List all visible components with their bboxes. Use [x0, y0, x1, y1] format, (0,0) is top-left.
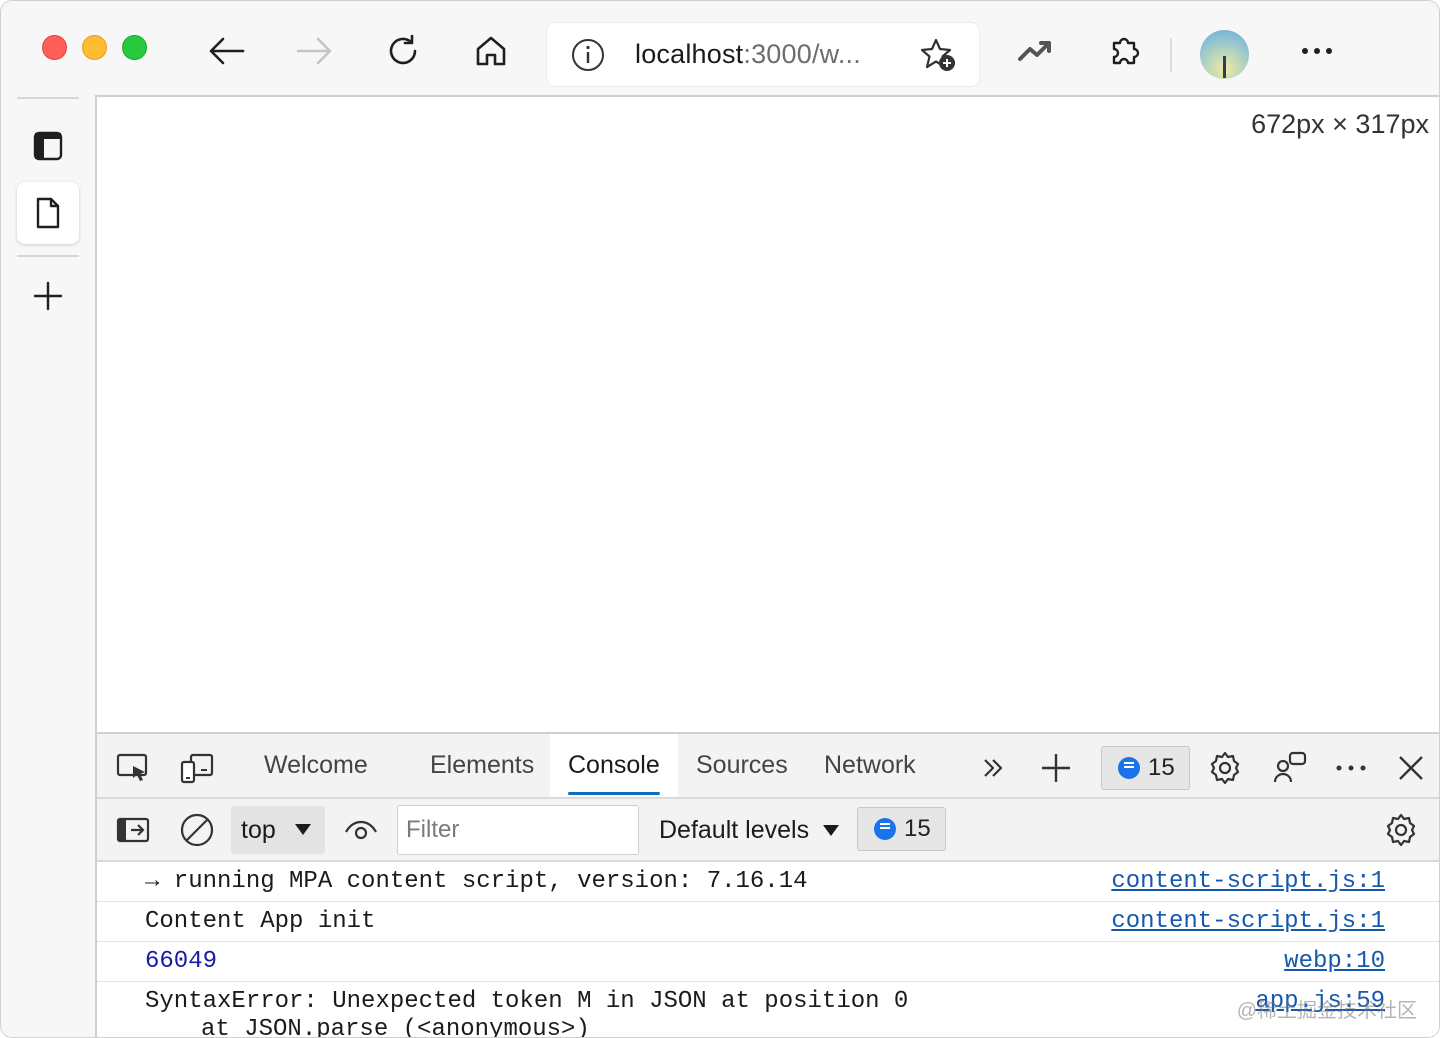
plus-icon — [33, 281, 63, 311]
console-row: → running MPA content script, version: 7… — [97, 862, 1439, 902]
tab-network[interactable]: Network — [806, 734, 934, 797]
sidebar-divider-2 — [17, 255, 79, 257]
devtools-more-button[interactable] — [1331, 748, 1371, 788]
console-toolbar: top Default levels 15 — [97, 799, 1439, 862]
show-sidebar-button[interactable] — [113, 810, 153, 850]
forward-button[interactable] — [295, 31, 335, 71]
devtools-panel: Welcome Elements Console Sources Network… — [95, 732, 1439, 1038]
tab-actions-button[interactable] — [17, 115, 79, 177]
address-bar[interactable]: localhost:3000/w... — [547, 23, 979, 86]
url-rest: :3000/w... — [743, 39, 861, 69]
source-link[interactable]: content-script.js:1 — [1111, 908, 1385, 935]
message-bubble-icon — [874, 818, 896, 840]
browser-window: localhost:3000/w... 672px × 317px Welcom… — [0, 0, 1440, 1038]
log-levels-label: Default levels — [659, 815, 810, 844]
watermark: @稀土掘金技术社区 — [1236, 1000, 1417, 1022]
block-icon — [180, 813, 214, 847]
console-row: Content App init content-script.js:1 — [97, 902, 1439, 942]
sidebar-toggle-icon — [116, 817, 150, 843]
extensions-button[interactable] — [1104, 31, 1144, 71]
sidebar-tab-active[interactable] — [17, 182, 79, 244]
more-tabs-button[interactable] — [973, 748, 1013, 788]
sidebar-panel-icon — [33, 131, 63, 161]
console-message-number: 66049 — [145, 948, 218, 975]
devtools-tabbar: Welcome Elements Console Sources Network… — [97, 734, 1439, 799]
add-favorite-button[interactable] — [919, 37, 957, 78]
arrow-right-icon — [296, 37, 332, 65]
browser-toolbar: localhost:3000/w... — [1, 1, 1439, 97]
device-toolbar-button[interactable] — [177, 748, 217, 788]
console-settings-button[interactable] — [1381, 810, 1421, 850]
tab-sources[interactable]: Sources — [678, 734, 806, 797]
more-horizontal-icon — [1302, 48, 1332, 54]
source-link[interactable]: content-script.js:1 — [1111, 868, 1385, 895]
reload-button[interactable] — [383, 31, 423, 71]
gear-icon — [1386, 813, 1416, 847]
console-error-message: SyntaxError: Unexpected token M in JSON … — [145, 988, 909, 1015]
tab-welcome[interactable]: Welcome — [246, 734, 386, 797]
clear-console-button[interactable] — [177, 810, 217, 850]
back-button[interactable] — [206, 31, 246, 71]
console-message: → running MPA content script, version: 7… — [145, 868, 808, 895]
issues-badge[interactable]: 15 — [1101, 746, 1190, 790]
feedback-button[interactable] — [1270, 748, 1310, 788]
tab-console[interactable]: Console — [550, 734, 678, 797]
close-icon — [1399, 756, 1423, 780]
console-row: 66049 webp:10 — [97, 942, 1439, 982]
more-menu-button[interactable] — [1297, 31, 1337, 71]
toolbar-divider — [1170, 38, 1172, 72]
info-icon[interactable] — [571, 38, 605, 77]
chevron-double-right-icon — [984, 759, 1003, 777]
more-horizontal-icon — [1336, 765, 1366, 771]
device-emulation-icon — [180, 753, 214, 784]
url-text[interactable]: localhost:3000/w... — [635, 39, 861, 70]
devtools-settings-button[interactable] — [1205, 748, 1245, 788]
viewport-dimensions: 672px × 317px — [1251, 109, 1429, 139]
messages-badge[interactable]: 15 — [857, 807, 946, 851]
page-viewport[interactable]: 672px × 317px — [95, 95, 1439, 732]
caret-down-icon — [823, 824, 840, 836]
new-tab-button[interactable] — [17, 265, 79, 327]
console-message: Content App init — [145, 908, 376, 935]
console-output[interactable]: → running MPA content script, version: 7… — [97, 862, 1439, 1038]
context-select[interactable]: top — [231, 806, 325, 854]
log-levels-dropdown[interactable]: Default levels — [659, 807, 840, 853]
source-link[interactable]: webp:10 — [1284, 948, 1385, 975]
issues-count: 15 — [1148, 754, 1175, 781]
add-tool-button[interactable] — [1036, 748, 1076, 788]
home-button[interactable] — [471, 31, 511, 71]
messages-count: 15 — [904, 815, 931, 842]
caret-down-icon — [295, 824, 311, 835]
profile-avatar[interactable] — [1200, 30, 1249, 79]
url-host: localhost — [635, 39, 744, 69]
eye-icon — [345, 820, 377, 840]
gear-icon — [1210, 751, 1240, 785]
plus-icon — [1042, 754, 1070, 782]
context-value: top — [241, 815, 276, 844]
vertical-tab-sidebar — [1, 97, 95, 1037]
close-window-button[interactable] — [42, 35, 67, 60]
console-error-stack: at JSON.parse (<anonymous>) — [201, 1016, 590, 1038]
page-icon — [36, 197, 60, 229]
message-bubble-icon — [1118, 757, 1140, 779]
sidebar-divider — [17, 97, 79, 99]
arrow-left-icon — [209, 37, 245, 65]
trending-up-icon — [1018, 41, 1051, 61]
close-devtools-button[interactable] — [1391, 748, 1431, 788]
tab-elements[interactable]: Elements — [412, 734, 552, 797]
refresh-icon — [389, 34, 417, 65]
inspect-cursor-icon — [116, 753, 148, 781]
puzzle-icon — [1112, 37, 1140, 65]
home-icon — [476, 36, 506, 66]
people-feedback-icon — [1273, 751, 1307, 783]
performance-button[interactable] — [1015, 31, 1055, 71]
star-plus-icon — [920, 38, 955, 71]
inspect-element-button[interactable] — [113, 748, 153, 788]
console-filter-input[interactable] — [397, 805, 639, 855]
live-expression-button[interactable] — [341, 810, 381, 850]
zoom-window-button[interactable] — [122, 35, 147, 60]
minimize-window-button[interactable] — [82, 35, 107, 60]
